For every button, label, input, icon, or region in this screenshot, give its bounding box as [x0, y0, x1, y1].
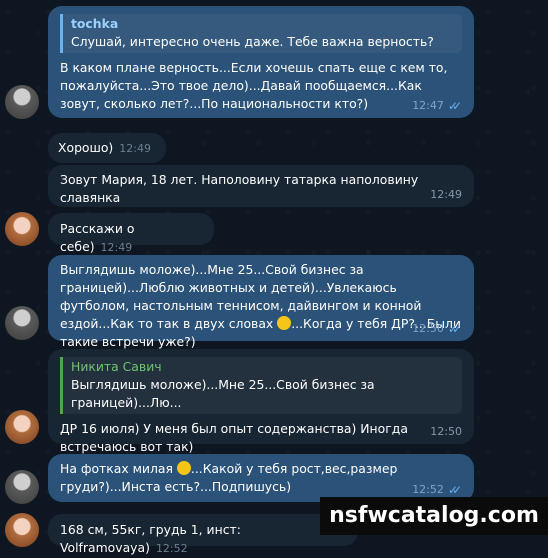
message-text: ДР 16 июля) У меня был опыт содержанства…	[60, 421, 412, 454]
message-text: На фотках милая ...Какой у тебя рост,вес…	[60, 460, 462, 496]
avatar[interactable]	[5, 470, 39, 504]
message-bubble[interactable]: 168 см, 55кг, грудь 1, инст: Volframovay…	[48, 514, 358, 555]
message-text: Хорошо)	[58, 140, 114, 155]
smile-emoji-icon	[277, 316, 292, 330]
message-text: 168 см, 55кг, грудь 1, инст: Volframovay…	[60, 522, 245, 555]
reply-quote[interactable]: Никита Савич Выглядишь моложе)...Мне 25.…	[60, 357, 462, 414]
avatar[interactable]	[5, 410, 39, 444]
double-check-icon: ✓✓	[447, 99, 462, 113]
watermark: nsfwcatalog.com	[320, 497, 548, 535]
message-meta: 12:50 ✓✓	[412, 320, 462, 338]
message-time: 12:49	[430, 188, 462, 201]
avatar[interactable]	[5, 85, 39, 119]
avatar[interactable]	[5, 513, 39, 547]
quote-author: Никита Савич	[71, 359, 162, 374]
message-bubble[interactable]: На фотках милая ...Какой у тебя рост,вес…	[48, 454, 474, 502]
message-bubble[interactable]: Зовут Мария, 18 лет. Наполовину татарка …	[48, 165, 474, 207]
message-bubble[interactable]: tochka Слушай, интересно очень даже. Теб…	[48, 6, 474, 118]
avatar[interactable]	[5, 306, 39, 340]
heart-eyes-emoji-icon	[176, 461, 191, 475]
message-text-part: На фотках милая	[60, 461, 173, 476]
message-bubble[interactable]: Хорошо) 12:49	[48, 133, 166, 163]
message-meta: 12:50	[430, 423, 462, 441]
message-text: Выглядишь моложе)...Мне 25...Свой бизнес…	[60, 261, 462, 351]
message-text: Зовут Мария, 18 лет. Наполовину татарка …	[60, 172, 423, 205]
message-time: 12:47	[412, 99, 444, 112]
message-bubble[interactable]: Никита Савич Выглядишь моложе)...Мне 25.…	[48, 349, 474, 454]
avatar[interactable]	[5, 212, 39, 246]
reply-quote[interactable]: tochka Слушай, интересно очень даже. Теб…	[60, 14, 462, 53]
message-bubble[interactable]: Выглядишь моложе)...Мне 25...Свой бизнес…	[48, 255, 474, 349]
message-text: В каком плане верность...Если хочешь спа…	[60, 60, 452, 111]
message-time: 12:49	[100, 241, 133, 254]
message-meta: 12:47 ✓✓	[412, 97, 462, 115]
quote-author: tochka	[71, 16, 119, 31]
message-time: 12:50	[430, 425, 462, 438]
double-check-icon: ✓✓	[447, 322, 462, 336]
quote-text: Выглядишь моложе)...Мне 25...Свой бизнес…	[71, 377, 375, 410]
message-time: 12:49	[119, 142, 151, 155]
message-bubble[interactable]: Расскажи о себе) 12:49	[48, 213, 214, 254]
quote-text: Слушай, интересно очень даже. Тебе важна…	[71, 34, 434, 49]
message-meta: 12:49	[430, 186, 462, 204]
message-time: 12:50	[412, 322, 444, 335]
